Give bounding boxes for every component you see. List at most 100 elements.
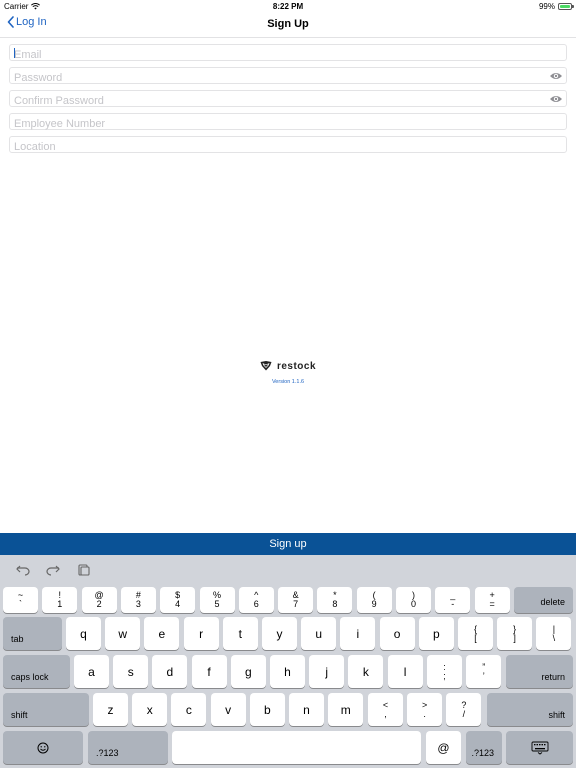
- key-z[interactable]: z: [93, 693, 128, 726]
- key-b[interactable]: b: [249, 693, 285, 726]
- shift-key-right[interactable]: shift: [487, 693, 573, 726]
- key-backtick[interactable]: ~ `: [3, 587, 38, 613]
- key-x[interactable]: x: [132, 693, 168, 726]
- key-label: .?123: [471, 748, 494, 758]
- key-left-brace[interactable]: {[: [458, 617, 493, 650]
- employee-number-field[interactable]: [10, 116, 566, 132]
- key-y[interactable]: y: [262, 617, 297, 650]
- key-d[interactable]: d: [152, 655, 188, 688]
- page-title: Sign Up: [267, 18, 309, 30]
- show-password-eye-icon[interactable]: [549, 71, 563, 81]
- key-greater-than[interactable]: >.: [407, 693, 443, 726]
- key-colon[interactable]: :;: [427, 655, 462, 688]
- paste-icon[interactable]: [76, 564, 90, 576]
- location-field[interactable]: [10, 139, 566, 155]
- key-3[interactable]: #3: [120, 587, 156, 613]
- email-field[interactable]: [10, 47, 566, 63]
- key-right-brace[interactable]: }]: [497, 617, 533, 650]
- key-label: h: [284, 664, 291, 679]
- branding: restock Version 1.1.6: [0, 358, 576, 385]
- key-9[interactable]: (9: [356, 587, 392, 613]
- signup-button[interactable]: Sign up: [0, 533, 576, 555]
- shift-key-left[interactable]: shift: [3, 693, 89, 726]
- key-l[interactable]: l: [387, 655, 423, 688]
- key-label: s: [127, 664, 134, 679]
- confirm-password-field-container: [9, 90, 567, 109]
- battery-icon: [558, 3, 574, 10]
- version-label: Version 1.1.6: [271, 379, 305, 385]
- key-bottom-symbol: ;: [443, 670, 446, 681]
- key-g[interactable]: g: [230, 655, 266, 688]
- key-j[interactable]: j: [309, 655, 345, 688]
- key-symbol[interactable]: _ -: [435, 587, 471, 613]
- battery-percent: 99%: [538, 2, 555, 11]
- key-symbol[interactable]: + =: [474, 587, 510, 613]
- password-field[interactable]: [10, 70, 566, 86]
- key-5[interactable]: % 5: [199, 587, 235, 613]
- key-bottom-symbol: \: [552, 632, 556, 643]
- key-less-than[interactable]: <,: [368, 693, 403, 726]
- key-w[interactable]: w: [105, 617, 141, 650]
- logo-text: restock: [276, 360, 317, 372]
- key-k[interactable]: k: [348, 655, 384, 688]
- key-e[interactable]: e: [144, 617, 180, 650]
- key-1[interactable]: ! 1: [42, 587, 78, 613]
- emoji-key[interactable]: [3, 731, 83, 764]
- redo-icon[interactable]: [46, 564, 60, 576]
- key-bottom-symbol: /: [462, 708, 466, 719]
- key-q[interactable]: q: [66, 617, 101, 650]
- key-label: tab: [11, 634, 24, 644]
- key-label: f: [207, 664, 211, 679]
- key-pipe[interactable]: | \: [536, 617, 572, 650]
- key-f[interactable]: f: [191, 655, 227, 688]
- key-i[interactable]: i: [340, 617, 376, 650]
- key-u[interactable]: u: [301, 617, 337, 650]
- key-label: k: [362, 664, 369, 679]
- restock-logo-icon: [260, 361, 272, 371]
- key-quote[interactable]: ”’: [466, 655, 502, 688]
- key-t[interactable]: t: [222, 617, 258, 650]
- key-question[interactable]: ? /: [446, 693, 482, 726]
- tab-key[interactable]: tab: [3, 617, 62, 650]
- key-0[interactable]: ) 0: [396, 587, 431, 613]
- key-label: @: [437, 740, 450, 755]
- key-p[interactable]: p: [418, 617, 454, 650]
- key-n[interactable]: n: [289, 693, 324, 726]
- key-label: v: [225, 702, 232, 717]
- space-bar[interactable]: [172, 731, 421, 764]
- key-4[interactable]: $4: [160, 587, 196, 613]
- key-7[interactable]: & 7: [278, 587, 314, 613]
- key-label: i: [356, 626, 360, 641]
- key-label: a: [88, 664, 95, 679]
- key-8[interactable]: * 8: [317, 587, 353, 613]
- show-confirm-password-eye-icon[interactable]: [549, 94, 563, 104]
- numbers-key-right[interactable]: .?123: [466, 731, 502, 764]
- key-o[interactable]: o: [379, 617, 415, 650]
- key-label: .?123: [96, 748, 119, 758]
- delete-key[interactable]: delete: [514, 587, 573, 613]
- key-h[interactable]: h: [270, 655, 305, 688]
- key-a[interactable]: a: [74, 655, 109, 688]
- hide-keyboard-key[interactable]: [506, 731, 573, 764]
- key-bottom-symbol: `: [18, 599, 22, 609]
- keyboard: ~ `! 1 @2 #3 $4% 5 ^ 6 & 7 * 8(9) 0 _ - + = delete tab q w e r t…: [0, 555, 576, 768]
- caps-lock-key[interactable]: caps lock: [3, 655, 70, 688]
- key-r[interactable]: r: [183, 617, 219, 650]
- key-v[interactable]: v: [210, 693, 246, 726]
- return-key[interactable]: return: [506, 655, 573, 688]
- key-6[interactable]: ^ 6: [238, 587, 274, 613]
- key-m[interactable]: m: [328, 693, 364, 726]
- key-label: caps lock: [11, 672, 49, 682]
- navigation-bar: Log In Sign Up: [0, 12, 576, 38]
- key-bottom-symbol: 5: [214, 599, 220, 609]
- key-label: e: [158, 626, 166, 641]
- key-label: d: [166, 664, 174, 679]
- confirm-password-field[interactable]: [10, 93, 566, 109]
- key-s[interactable]: s: [113, 655, 149, 688]
- key-2[interactable]: @2: [81, 587, 117, 613]
- key-at[interactable]: @: [426, 731, 461, 764]
- key-c[interactable]: c: [171, 693, 207, 726]
- undo-icon[interactable]: [16, 564, 30, 576]
- numbers-key-left[interactable]: .?123: [88, 731, 168, 764]
- key-bottom-symbol: ,: [384, 708, 387, 719]
